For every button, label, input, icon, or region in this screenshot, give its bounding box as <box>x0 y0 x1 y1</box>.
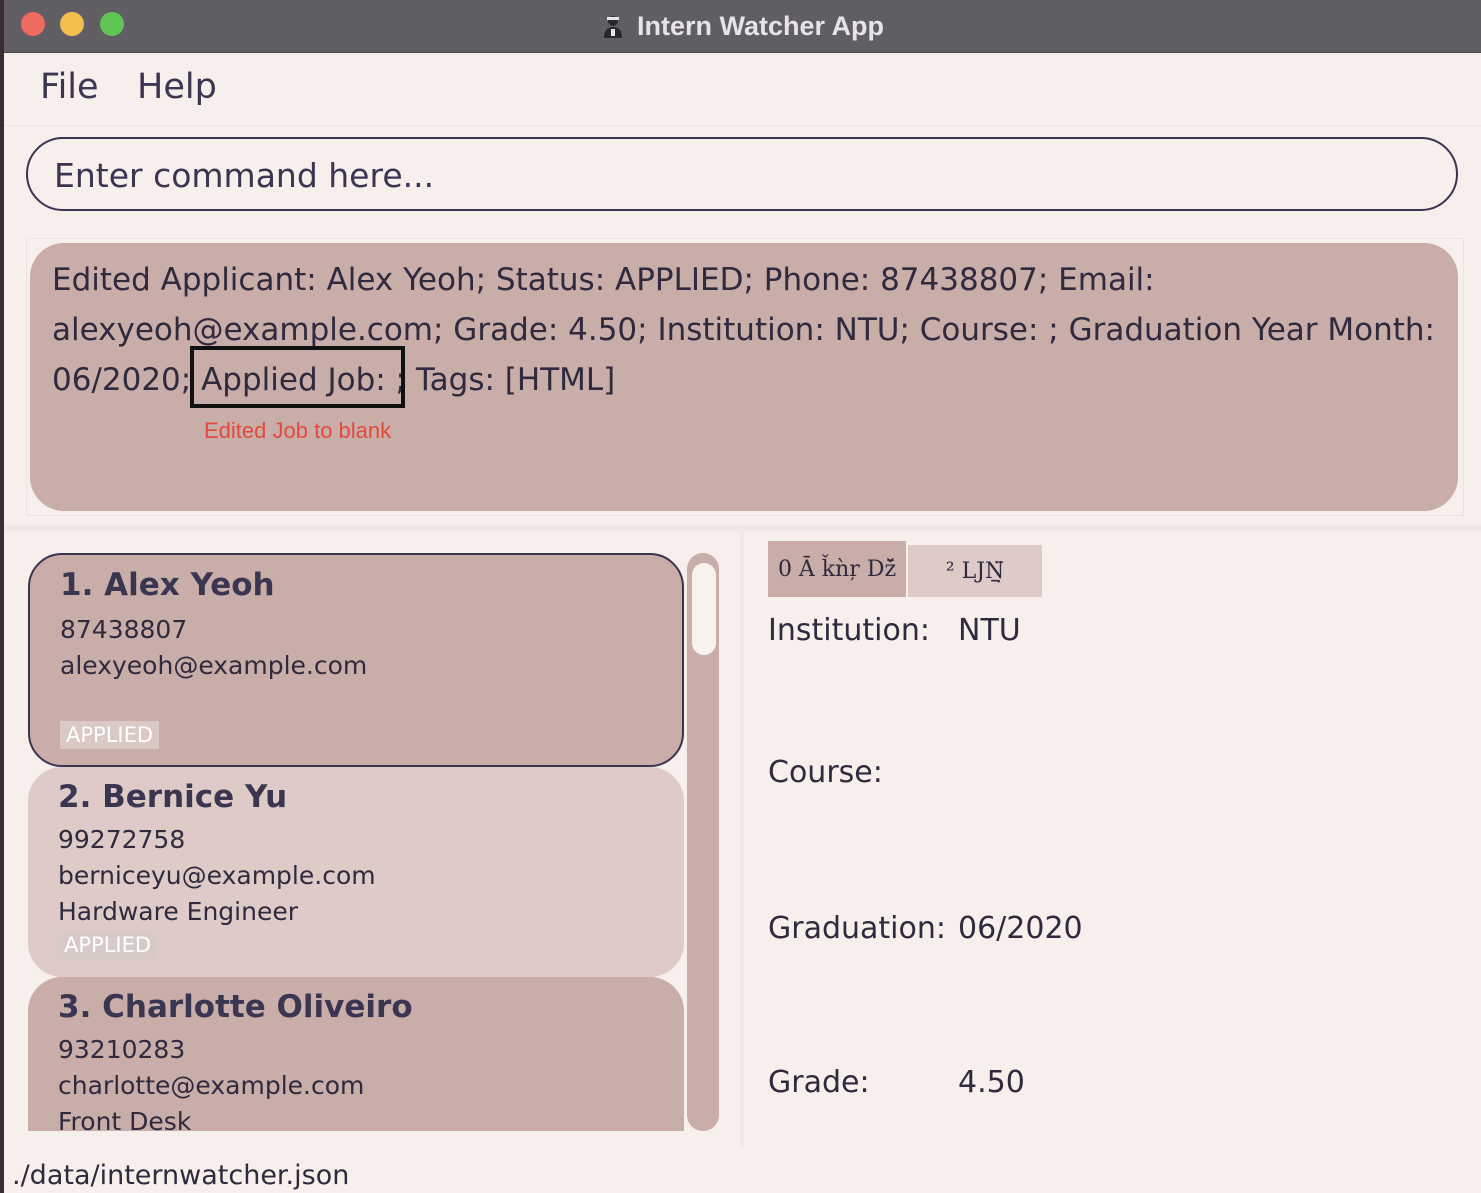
applicant-card[interactable]: 2. Bernice Yu 99272758 berniceyu@example… <box>28 767 684 977</box>
app-window: Intern Watcher App File Help Edited Appl… <box>4 0 1481 1193</box>
data-file-path: ./data/internwatcher.json <box>12 1160 350 1191</box>
menu-bar: File Help <box>4 53 1481 126</box>
command-box <box>26 137 1458 211</box>
course-label: Course: <box>768 755 883 790</box>
grade-label: Grade: <box>768 1065 870 1100</box>
graduation-value: 06/2020 <box>958 911 1083 946</box>
status-badge: APPLIED <box>58 931 158 959</box>
applicant-name: 2. Bernice Yu <box>58 779 288 815</box>
result-display: Edited Applicant: Alex Yeoh; Status: APP… <box>30 243 1458 511</box>
window-title: Intern Watcher App <box>636 10 884 41</box>
scrollbar-thumb[interactable] <box>692 563 716 655</box>
menu-help[interactable]: Help <box>137 67 217 107</box>
command-input[interactable] <box>52 149 1436 201</box>
status-bar: ./data/internwatcher.json <box>4 1150 1481 1193</box>
highlight-box <box>190 346 405 408</box>
applicant-phone: 87438807 <box>60 615 188 644</box>
applicant-job: Front Desk <box>58 1107 192 1131</box>
applicant-phone: 99272758 <box>58 825 186 854</box>
graduation-label: Graduation: <box>768 911 946 946</box>
app-icon <box>601 13 625 39</box>
applicant-name: 1. Alex Yeoh <box>60 567 275 603</box>
applicant-email: berniceyu@example.com <box>58 861 376 890</box>
applicant-email: charlotte@example.com <box>58 1071 365 1100</box>
status-badge: APPLIED <box>60 721 160 749</box>
applicant-phone: 93210283 <box>58 1035 186 1064</box>
annotation-text: Edited Job to blank <box>204 418 392 443</box>
applicant-email: alexyeoh@example.com <box>60 651 368 680</box>
tab-other[interactable]: ² ǇṈ̣̈ <box>908 545 1042 597</box>
applicant-card[interactable]: 3. Charlotte Oliveiro 93210283 charlotte… <box>28 977 684 1131</box>
applicant-job: Hardware Engineer <box>58 897 298 926</box>
menu-file[interactable]: File <box>40 67 99 107</box>
vertical-divider <box>740 531 744 1146</box>
tab-details[interactable]: 0 Ā ǩǹŗ ǅ̄ <box>768 541 906 597</box>
institution-label: Institution: <box>768 613 930 648</box>
institution-value: NTU <box>958 613 1021 648</box>
title-bar: Intern Watcher App <box>4 0 1481 53</box>
applicant-list: 1. Alex Yeoh 87438807 alexyeoh@example.c… <box>28 545 688 1131</box>
applicant-name: 3. Charlotte Oliveiro <box>58 989 413 1025</box>
grade-value: 4.50 <box>958 1065 1025 1100</box>
applicant-card[interactable]: 1. Alex Yeoh 87438807 alexyeoh@example.c… <box>28 553 684 767</box>
